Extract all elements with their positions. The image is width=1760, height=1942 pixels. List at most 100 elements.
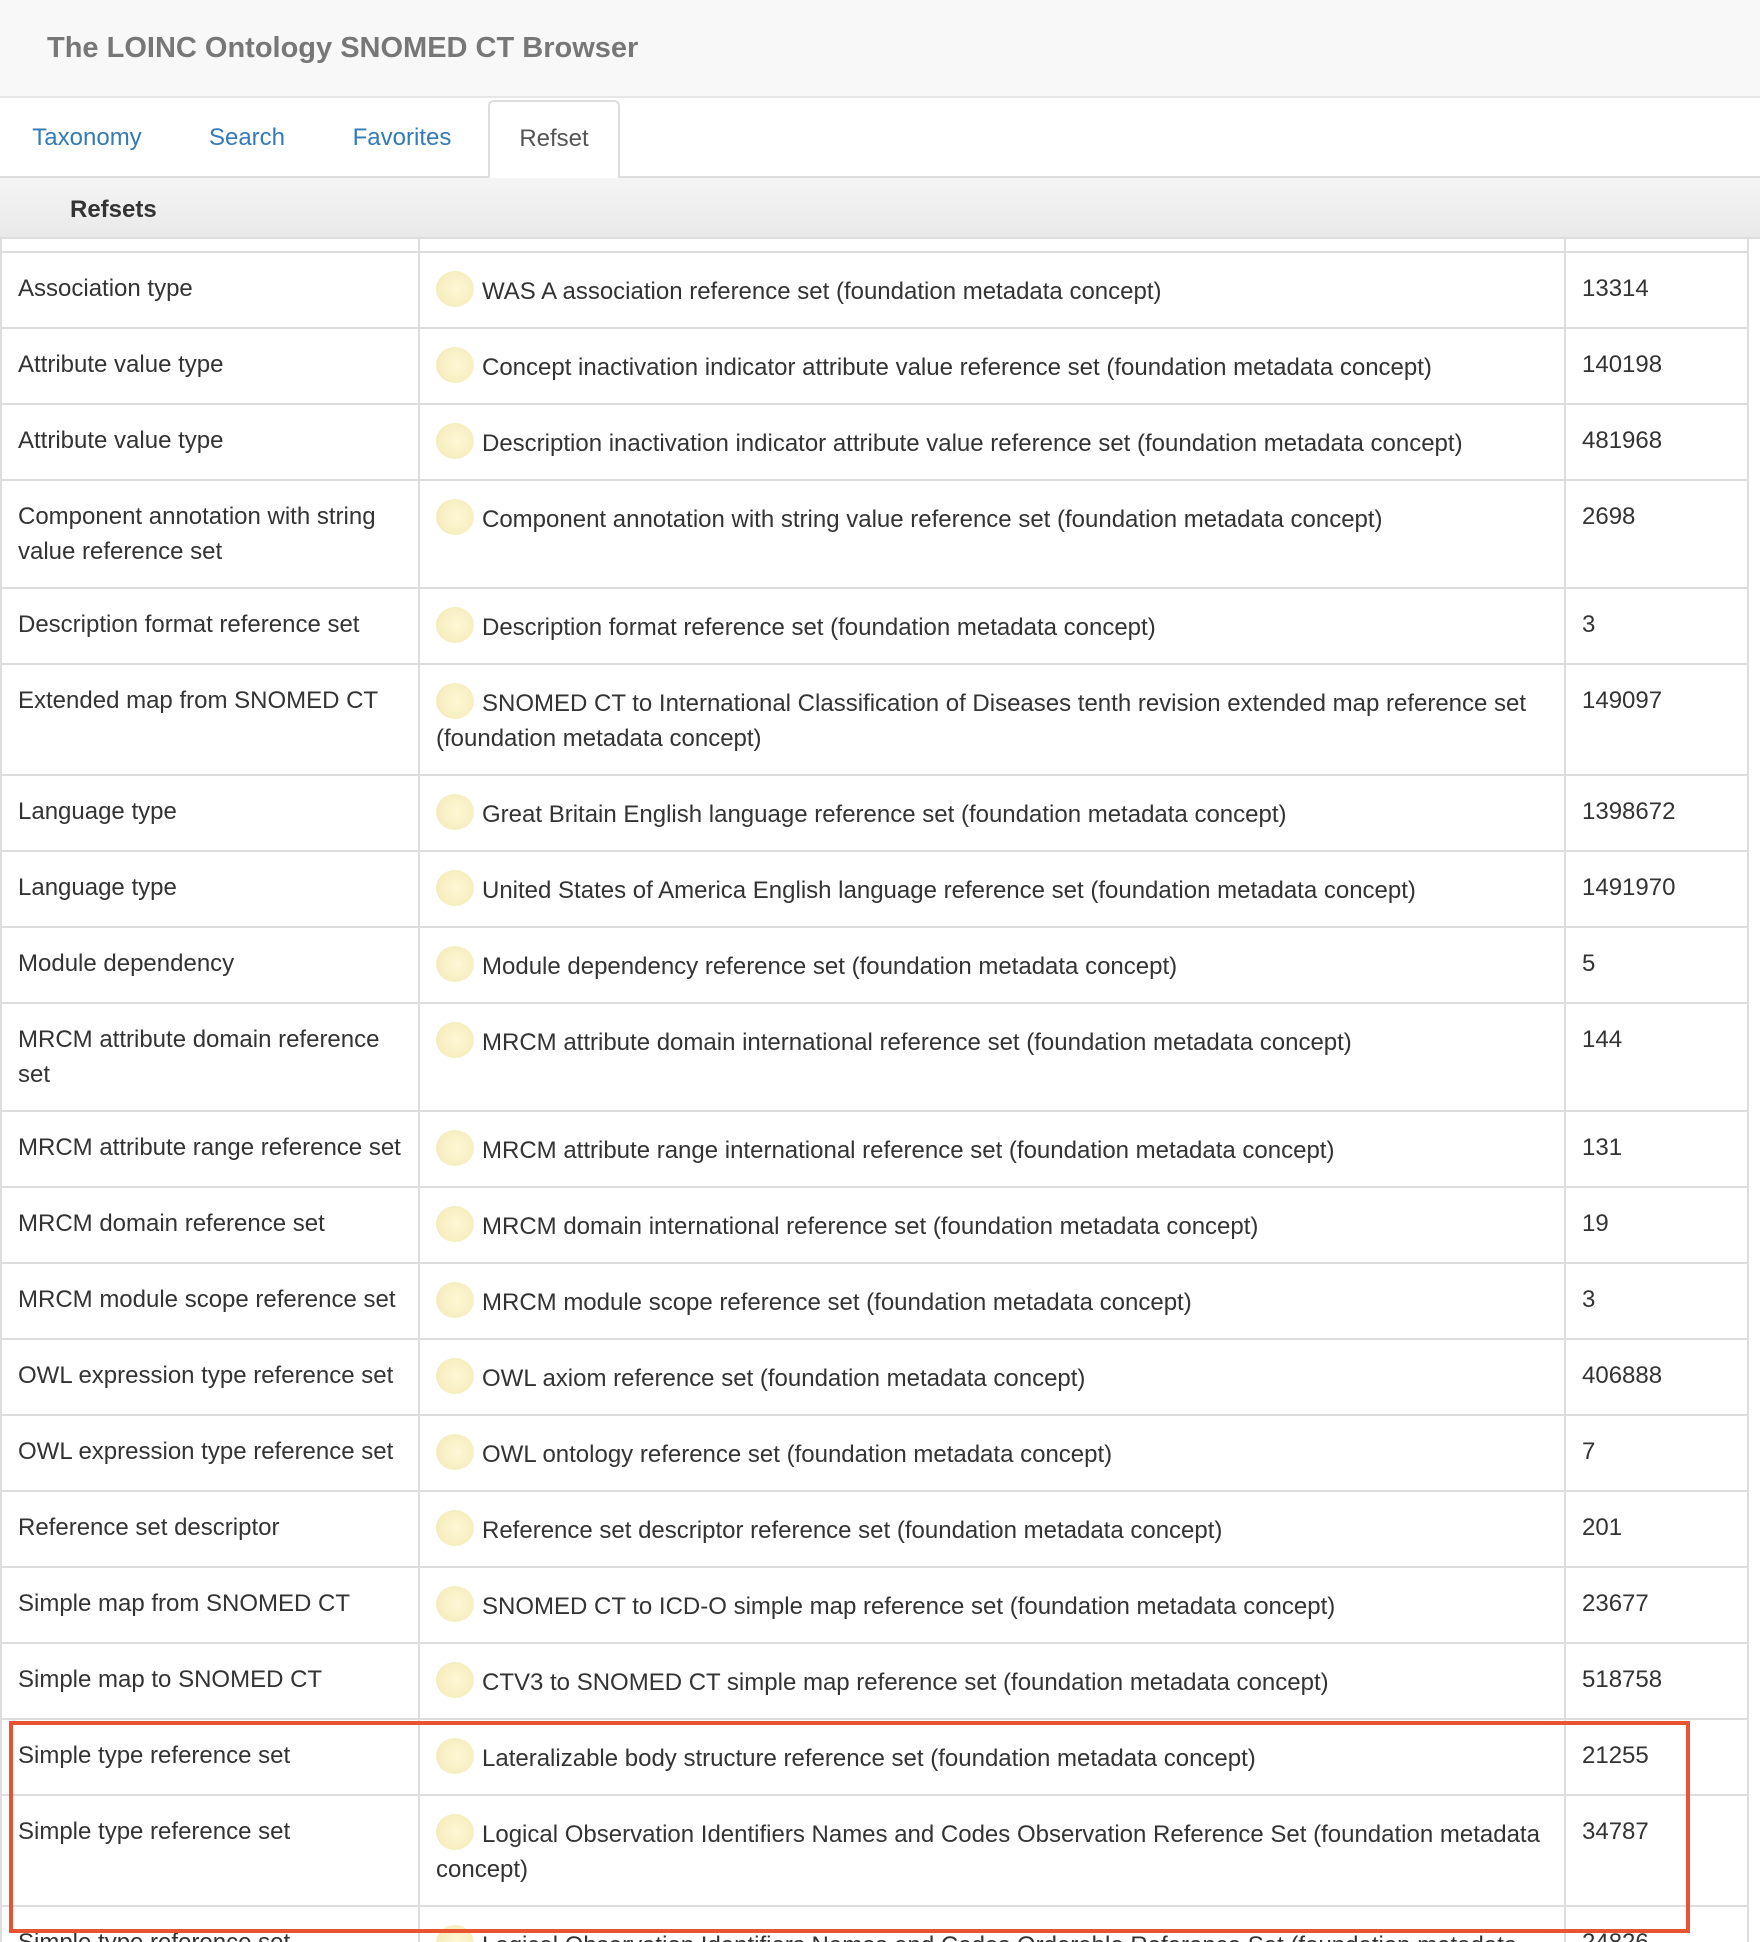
refset-name-link[interactable]: Lateralizable body structure reference s… [482, 1745, 1256, 1772]
table-row[interactable]: MRCM attribute domain reference set MRCM … [0, 1002, 1749, 1112]
concept-icon [436, 683, 474, 719]
table-row[interactable]: MRCM module scope reference set MRCM modu… [0, 1262, 1749, 1340]
refset-type-cell: Extended map from SNOMED CT [0, 663, 420, 776]
member-count-cell: 7 [1564, 1414, 1749, 1492]
refset-name-link[interactable]: CTV3 to SNOMED CT simple map reference s… [482, 1669, 1329, 1696]
refset-name-link[interactable]: Concept inactivation indicator attribute… [482, 354, 1432, 381]
concept-icon [436, 1662, 474, 1698]
refset-name-link[interactable]: MRCM attribute range international refer… [482, 1137, 1334, 1164]
refset-name-cell[interactable]: Component annotation with string value r… [418, 479, 1566, 589]
table-row[interactable]: Reference set descriptor Reference set de… [0, 1490, 1749, 1568]
refset-name-link[interactable]: SNOMED CT to ICD-O simple map reference … [482, 1593, 1335, 1620]
refset-type-cell: OWL expression type reference set [0, 1414, 420, 1492]
refset-name-cell[interactable]: Logical Observation Identifiers Names an… [418, 1905, 1566, 1942]
concept-icon [436, 1738, 474, 1774]
refset-name-cell[interactable]: MRCM attribute domain international refe… [418, 1002, 1566, 1112]
refset-type-cell: Component annotation with string value r… [0, 479, 420, 589]
table-row[interactable]: Component annotation with string value r… [0, 479, 1749, 589]
refset-table-body: Association typeSAME AS association refe… [0, 178, 1749, 1942]
member-count-cell: 3 [1564, 1262, 1749, 1340]
refset-name-cell[interactable]: MRCM domain international reference set … [418, 1186, 1566, 1264]
concept-icon [436, 423, 474, 459]
refset-name-link[interactable]: MRCM domain international reference set … [482, 1213, 1258, 1240]
refset-table-scroll[interactable]: Association typeSAME AS association refe… [0, 178, 1749, 1942]
table-row[interactable]: Module dependency Module dependency refer… [0, 926, 1749, 1004]
refset-name-link[interactable]: MRCM module scope reference set (foundat… [482, 1289, 1192, 1316]
refset-type-cell: OWL expression type reference set [0, 1338, 420, 1416]
refset-name-cell[interactable]: Logical Observation Identifiers Names an… [418, 1794, 1566, 1907]
refset-name-cell[interactable]: Lateralizable body structure reference s… [418, 1718, 1566, 1796]
refset-name-cell[interactable]: Description inactivation indicator attri… [418, 403, 1566, 481]
concept-icon [436, 1206, 474, 1242]
tab-favorites[interactable]: Favorites [336, 98, 468, 178]
refset-name-cell[interactable]: WAS A association reference set (foundat… [418, 251, 1566, 329]
refset-name-link[interactable]: Description format reference set (founda… [482, 614, 1156, 641]
member-count-cell: 149097 [1564, 663, 1749, 776]
member-count-cell: 144 [1564, 1002, 1749, 1112]
table-row[interactable]: MRCM attribute range reference set MRCM a… [0, 1110, 1749, 1188]
member-count-cell: 140198 [1564, 327, 1749, 405]
concept-icon [436, 794, 474, 830]
refset-name-cell[interactable]: CTV3 to SNOMED CT simple map reference s… [418, 1642, 1566, 1720]
refset-type-cell: Simple type reference set [0, 1794, 420, 1907]
refset-name-link[interactable]: OWL ontology reference set (foundation m… [482, 1441, 1112, 1468]
tab-search[interactable]: Search [190, 98, 304, 178]
tab-taxonomy[interactable]: Taxonomy [14, 98, 160, 178]
refset-name-cell[interactable]: SNOMED CT to International Classificatio… [418, 663, 1566, 776]
refset-name-cell[interactable]: Concept inactivation indicator attribute… [418, 327, 1566, 405]
concept-icon [436, 1022, 474, 1058]
refset-name-cell[interactable]: MRCM attribute range international refer… [418, 1110, 1566, 1188]
table-row[interactable]: Simple map to SNOMED CT CTV3 to SNOMED CT… [0, 1642, 1749, 1720]
refset-type-cell: Simple map from SNOMED CT [0, 1566, 420, 1644]
refset-name-link[interactable]: WAS A association reference set (foundat… [482, 278, 1162, 305]
member-count-cell: 1491970 [1564, 850, 1749, 928]
refset-name-cell[interactable]: Description format reference set (founda… [418, 587, 1566, 665]
refset-name-link[interactable]: Logical Observation Identifiers Names an… [436, 1821, 1540, 1883]
member-count-cell: 406888 [1564, 1338, 1749, 1416]
refset-type-cell: Association type [0, 251, 420, 329]
concept-icon [436, 1358, 474, 1394]
concept-icon [436, 1282, 474, 1318]
tab-refset[interactable]: Refset [488, 100, 620, 179]
refset-name-link[interactable]: Great Britain English language reference… [482, 801, 1287, 828]
table-row[interactable]: OWL expression type reference set OWL axi… [0, 1338, 1749, 1416]
refset-name-cell[interactable]: OWL axiom reference set (foundation meta… [418, 1338, 1566, 1416]
refset-name-link[interactable]: SNOMED CT to International Classificatio… [436, 690, 1526, 752]
refset-name-link[interactable]: Logical Observation Identifiers Names an… [436, 1932, 1517, 1942]
refset-type-cell: Description format reference set [0, 587, 420, 665]
table-row[interactable]: Simple type reference set Lateralizable b… [0, 1718, 1749, 1796]
table-row[interactable]: Simple type reference set Logical Observa… [0, 1905, 1749, 1942]
table-row[interactable]: Attribute value type Description inactiva… [0, 403, 1749, 481]
refset-name-cell[interactable]: Great Britain English language reference… [418, 774, 1566, 852]
refset-name-cell[interactable]: United States of America English languag… [418, 850, 1566, 928]
refset-type-cell: Simple type reference set [0, 1905, 420, 1942]
refset-name-link[interactable]: MRCM attribute domain international refe… [482, 1029, 1352, 1056]
refset-name-link[interactable]: Description inactivation indicator attri… [482, 430, 1463, 457]
table-row[interactable]: Attribute value type Concept inactivation… [0, 327, 1749, 405]
refset-name-link[interactable]: Component annotation with string value r… [482, 506, 1383, 533]
table-row[interactable]: Language type Great Britain English langu… [0, 774, 1749, 852]
refset-type-cell: MRCM attribute range reference set [0, 1110, 420, 1188]
table-row[interactable]: Simple type reference set Logical Observa… [0, 1794, 1749, 1907]
refset-name-cell[interactable]: OWL ontology reference set (foundation m… [418, 1414, 1566, 1492]
refset-name-cell[interactable]: Module dependency reference set (foundat… [418, 926, 1566, 1004]
table-row[interactable]: Simple map from SNOMED CT SNOMED CT to IC… [0, 1566, 1749, 1644]
refset-type-cell: Simple type reference set [0, 1718, 420, 1796]
app-header: The LOINC Ontology SNOMED CT Browser [0, 0, 1760, 98]
refset-name-cell[interactable]: SNOMED CT to ICD-O simple map reference … [418, 1566, 1566, 1644]
concept-icon [436, 1510, 474, 1546]
refset-name-cell[interactable]: MRCM module scope reference set (foundat… [418, 1262, 1566, 1340]
refset-name-cell[interactable]: Reference set descriptor reference set (… [418, 1490, 1566, 1568]
refset-name-link[interactable]: OWL axiom reference set (foundation meta… [482, 1365, 1085, 1392]
table-row[interactable]: Language type United States of America En… [0, 850, 1749, 928]
table-row[interactable]: Description format reference set Descript… [0, 587, 1749, 665]
table-row[interactable]: OWL expression type reference set OWL ont… [0, 1414, 1749, 1492]
table-row[interactable]: Association type WAS A association refere… [0, 251, 1749, 329]
refset-name-link[interactable]: United States of America English languag… [482, 877, 1416, 904]
refset-type-cell: Language type [0, 850, 420, 928]
refset-panel: Refsets Association typeSAME AS associat… [0, 178, 1760, 1942]
refset-name-link[interactable]: Module dependency reference set (foundat… [482, 953, 1177, 980]
table-row[interactable]: Extended map from SNOMED CT SNOMED CT to … [0, 663, 1749, 776]
table-row[interactable]: MRCM domain reference set MRCM domain int… [0, 1186, 1749, 1264]
refset-name-link[interactable]: Reference set descriptor reference set (… [482, 1517, 1222, 1544]
